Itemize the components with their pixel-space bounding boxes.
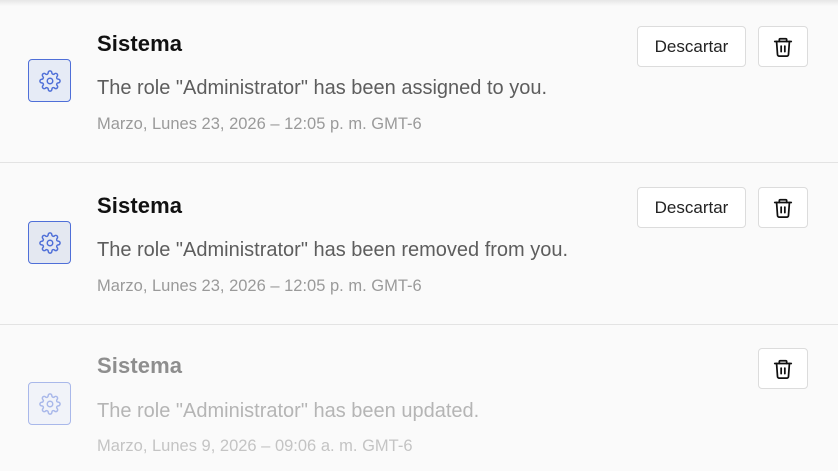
trash-icon: [773, 37, 793, 57]
notification-timestamp: Marzo, Lunes 23, 2026 – 12:05 p. m. GMT-…: [97, 115, 422, 133]
sender-avatar: [28, 382, 71, 425]
delete-button[interactable]: [758, 26, 808, 67]
notification-title: Sistema: [97, 193, 183, 218]
trash-icon: [773, 198, 793, 218]
notification-item-read: Sistema The role "Administrator" has bee…: [0, 325, 838, 471]
dismiss-button[interactable]: Descartar: [637, 187, 746, 228]
notification-timestamp: Marzo, Lunes 9, 2026 – 09:06 a. m. GMT-6: [97, 437, 413, 455]
notification-timestamp: Marzo, Lunes 23, 2026 – 12:05 p. m. GMT-…: [97, 277, 422, 295]
notification-message: The role "Administrator" has been remove…: [97, 239, 569, 261]
notification-item: Sistema The role "Administrator" has bee…: [0, 163, 838, 325]
notification-message: The role "Administrator" has been update…: [97, 400, 480, 422]
delete-button[interactable]: [758, 348, 808, 389]
sender-avatar: [28, 221, 71, 264]
delete-button[interactable]: [758, 187, 808, 228]
notification-item: Sistema The role "Administrator" has bee…: [0, 0, 838, 163]
gear-icon: [38, 231, 61, 254]
sender-avatar: [28, 59, 71, 102]
trash-icon: [773, 359, 793, 379]
notification-title: Sistema: [97, 353, 183, 378]
notification-message: The role "Administrator" has been assign…: [97, 77, 547, 99]
notification-title: Sistema: [97, 31, 183, 56]
dismiss-button[interactable]: Descartar: [637, 26, 746, 67]
gear-icon: [38, 392, 61, 415]
gear-icon: [38, 69, 61, 92]
